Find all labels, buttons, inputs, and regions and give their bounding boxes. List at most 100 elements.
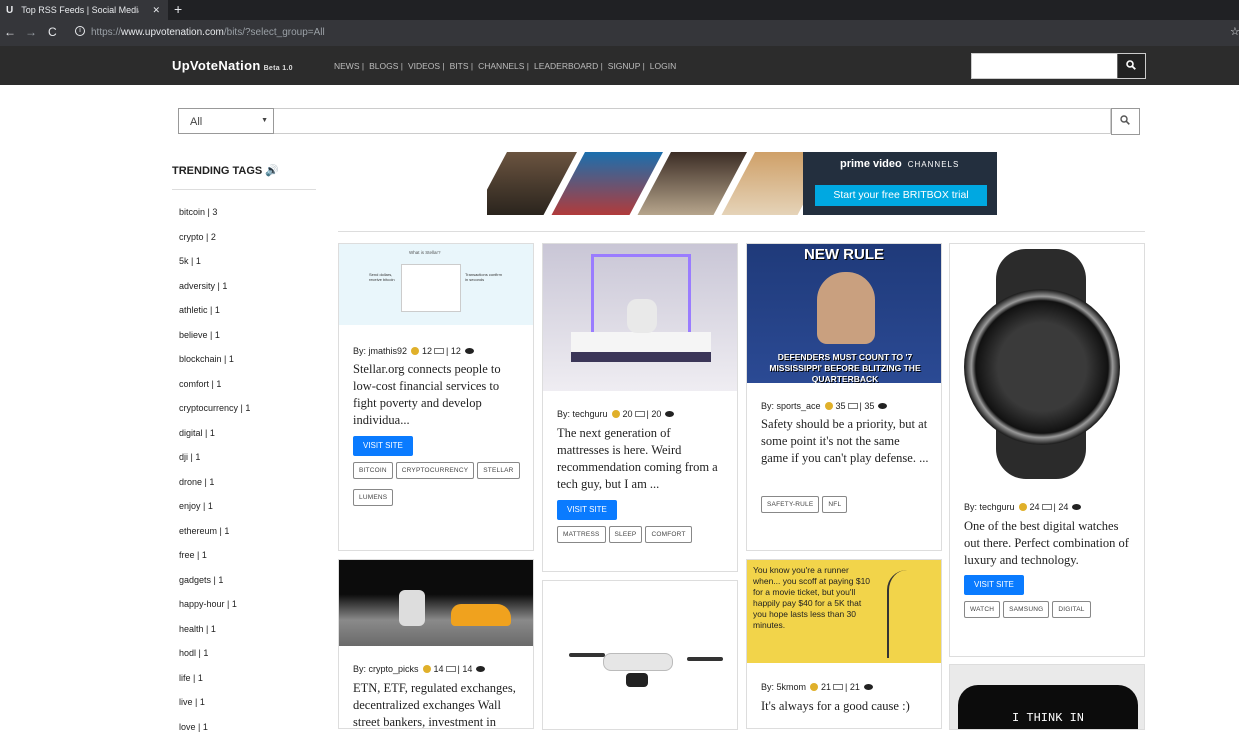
card-description: One of the best digital watches out ther… <box>964 518 1132 569</box>
nav-videos[interactable]: VIDEOS | <box>408 61 445 71</box>
card-views: 21 <box>850 682 860 692</box>
browser-tab[interactable]: U Top RSS Feeds | Social Media Blo ✕ <box>0 0 168 20</box>
card-description: Stellar.org connects people to low-cost … <box>353 361 521 429</box>
card-author[interactable]: By: 5kmom <box>761 682 806 692</box>
ad-banner-cta-panel[interactable]: prime videoCHANNELS Start your free BRIT… <box>803 152 997 215</box>
card-image: NEW RULE DEFENDERS MUST COUNT TO '7 MISS… <box>747 244 941 383</box>
bit-card[interactable]: You know you're a runner when... you sco… <box>746 559 942 729</box>
card-meta: By: techguru20| 20 <box>557 409 674 419</box>
tag-chip[interactable]: DIGITAL <box>1052 601 1090 618</box>
card-votes: 21 <box>821 682 831 692</box>
url-field[interactable]: https://www.upvotenation.com/bits/?selec… <box>91 27 325 38</box>
header-search-input[interactable] <box>972 54 1117 78</box>
tag-link[interactable]: blockchain | 1 <box>179 353 316 378</box>
group-select[interactable]: All▼ <box>178 108 274 134</box>
tag-link[interactable]: enjoy | 1 <box>179 500 316 525</box>
reload-icon[interactable]: C <box>48 25 57 39</box>
tag-link[interactable]: 5k | 1 <box>179 255 316 280</box>
tag-link[interactable]: gadgets | 1 <box>179 574 316 599</box>
tag-chip[interactable]: WATCH <box>964 601 1000 618</box>
drone-rotor-image <box>569 653 605 657</box>
tag-link[interactable]: hodl | 1 <box>179 647 316 672</box>
tag-chip[interactable]: SLEEP <box>609 526 643 543</box>
tag-link[interactable]: bitcoin | 3 <box>179 206 316 231</box>
tag-chip[interactable]: SAMSUNG <box>1003 601 1049 618</box>
tag-link[interactable]: love | 1 <box>179 721 316 745</box>
trending-title: TRENDING TAGS 🔊 <box>172 160 316 190</box>
nav-leaderboard[interactable]: LEADERBOARD | <box>534 61 603 71</box>
visit-site-button[interactable]: VISIT SITE <box>964 575 1024 595</box>
filter-search-input[interactable] <box>274 108 1111 134</box>
tag-link[interactable]: dji | 1 <box>179 451 316 476</box>
nav-channels[interactable]: CHANNELS | <box>478 61 529 71</box>
visit-site-button[interactable]: VISIT SITE <box>557 500 617 520</box>
tag-chip[interactable]: NFL <box>822 496 847 513</box>
close-tab-icon[interactable]: ✕ <box>152 5 160 16</box>
tag-chip[interactable]: CRYPTOCURRENCY <box>396 462 475 479</box>
meme-text: You know you're a runner when... you sco… <box>753 565 877 631</box>
tag-chip[interactable]: SAFETY-RULE <box>761 496 819 513</box>
tag-link[interactable]: life | 1 <box>179 672 316 697</box>
tag-link[interactable]: cryptocurrency | 1 <box>179 402 316 427</box>
tag-link[interactable]: comfort | 1 <box>179 378 316 403</box>
header-search-button[interactable] <box>1117 54 1145 78</box>
bookmark-star-icon[interactable]: ☆ <box>1230 25 1239 38</box>
nav-signup[interactable]: SIGNUP | <box>608 61 645 71</box>
site-logo[interactable]: UpVoteNationBeta 1.0 <box>172 58 293 73</box>
info-icon[interactable]: i <box>75 26 85 36</box>
card-image: What is Stellar? Send dollars, receive b… <box>339 244 533 325</box>
tag-chip[interactable]: COMFORT <box>645 526 691 543</box>
card-author[interactable]: By: techguru <box>557 409 608 419</box>
caret-down-icon: ▼ <box>261 117 268 124</box>
tag-link[interactable]: happy-hour | 1 <box>179 598 316 623</box>
card-author[interactable]: By: techguru <box>964 502 1015 512</box>
eye-icon <box>476 666 485 672</box>
nav-bits[interactable]: BITS | <box>450 61 473 71</box>
trending-sidebar: TRENDING TAGS 🔊 bitcoin | 3 crypto | 2 5… <box>172 160 316 745</box>
new-tab-button[interactable]: + <box>174 1 182 17</box>
nav-news[interactable]: NEWS | <box>334 61 364 71</box>
tag-link[interactable]: drone | 1 <box>179 476 316 501</box>
card-views: 35 <box>864 401 874 411</box>
tag-link[interactable]: believe | 1 <box>179 329 316 354</box>
tag-chip[interactable]: MATTRESS <box>557 526 606 543</box>
card-author[interactable]: By: crypto_picks <box>353 664 419 674</box>
tag-chip[interactable]: STELLAR <box>477 462 519 479</box>
tag-link[interactable]: digital | 1 <box>179 427 316 452</box>
card-author[interactable]: By: jmathis92 <box>353 346 407 356</box>
coin-icon <box>411 347 419 355</box>
bit-card[interactable]: By: crypto_picks14| 14 ETN, ETF, regulat… <box>338 559 534 729</box>
back-icon[interactable]: ← <box>4 25 16 39</box>
meta-separator: | <box>860 401 862 411</box>
meta-separator: | <box>1054 502 1056 512</box>
nav-blogs[interactable]: BLOGS | <box>369 61 403 71</box>
card-description: It's always for a good cause :) <box>761 698 929 715</box>
tag-chip[interactable]: LUMENS <box>353 489 393 506</box>
site-navbar: UpVoteNationBeta 1.0 NEWS | BLOGS | VIDE… <box>0 46 1239 85</box>
tag-link[interactable]: ethereum | 1 <box>179 525 316 550</box>
card-icon <box>833 684 843 690</box>
tag-link[interactable]: health | 1 <box>179 623 316 648</box>
bit-card[interactable] <box>542 580 738 730</box>
filter-search-button[interactable] <box>1111 108 1140 135</box>
card-votes: 20 <box>623 409 633 419</box>
tag-chip[interactable]: BITCOIN <box>353 462 393 479</box>
britbox-trial-button[interactable]: Start your free BRITBOX trial <box>815 185 987 206</box>
forward-icon[interactable]: → <box>25 25 37 39</box>
card-image-caption: Transactions confirm in seconds <box>465 272 505 282</box>
tag-link[interactable]: athletic | 1 <box>179 304 316 329</box>
tag-link[interactable]: live | 1 <box>179 696 316 721</box>
bit-card[interactable]: By: techguru20| 20 The next generation o… <box>542 243 738 572</box>
tag-link[interactable]: crypto | 2 <box>179 231 316 256</box>
tshirt-text: I THINK IN <box>958 711 1138 725</box>
tag-link[interactable]: adversity | 1 <box>179 280 316 305</box>
visit-site-button[interactable]: VISIT SITE <box>353 436 413 456</box>
bit-card[interactable]: I THINK IN <box>949 664 1145 730</box>
card-author[interactable]: By: sports_ace <box>761 401 821 411</box>
bit-card[interactable]: By: techguru24| 24 One of the best digit… <box>949 243 1145 657</box>
bit-card[interactable]: What is Stellar? Send dollars, receive b… <box>338 243 534 551</box>
nav-login[interactable]: LOGIN <box>650 61 676 71</box>
tag-link[interactable]: free | 1 <box>179 549 316 574</box>
bit-card[interactable]: NEW RULE DEFENDERS MUST COUNT TO '7 MISS… <box>746 243 942 551</box>
logo-text: UpVoteNation <box>172 58 261 73</box>
